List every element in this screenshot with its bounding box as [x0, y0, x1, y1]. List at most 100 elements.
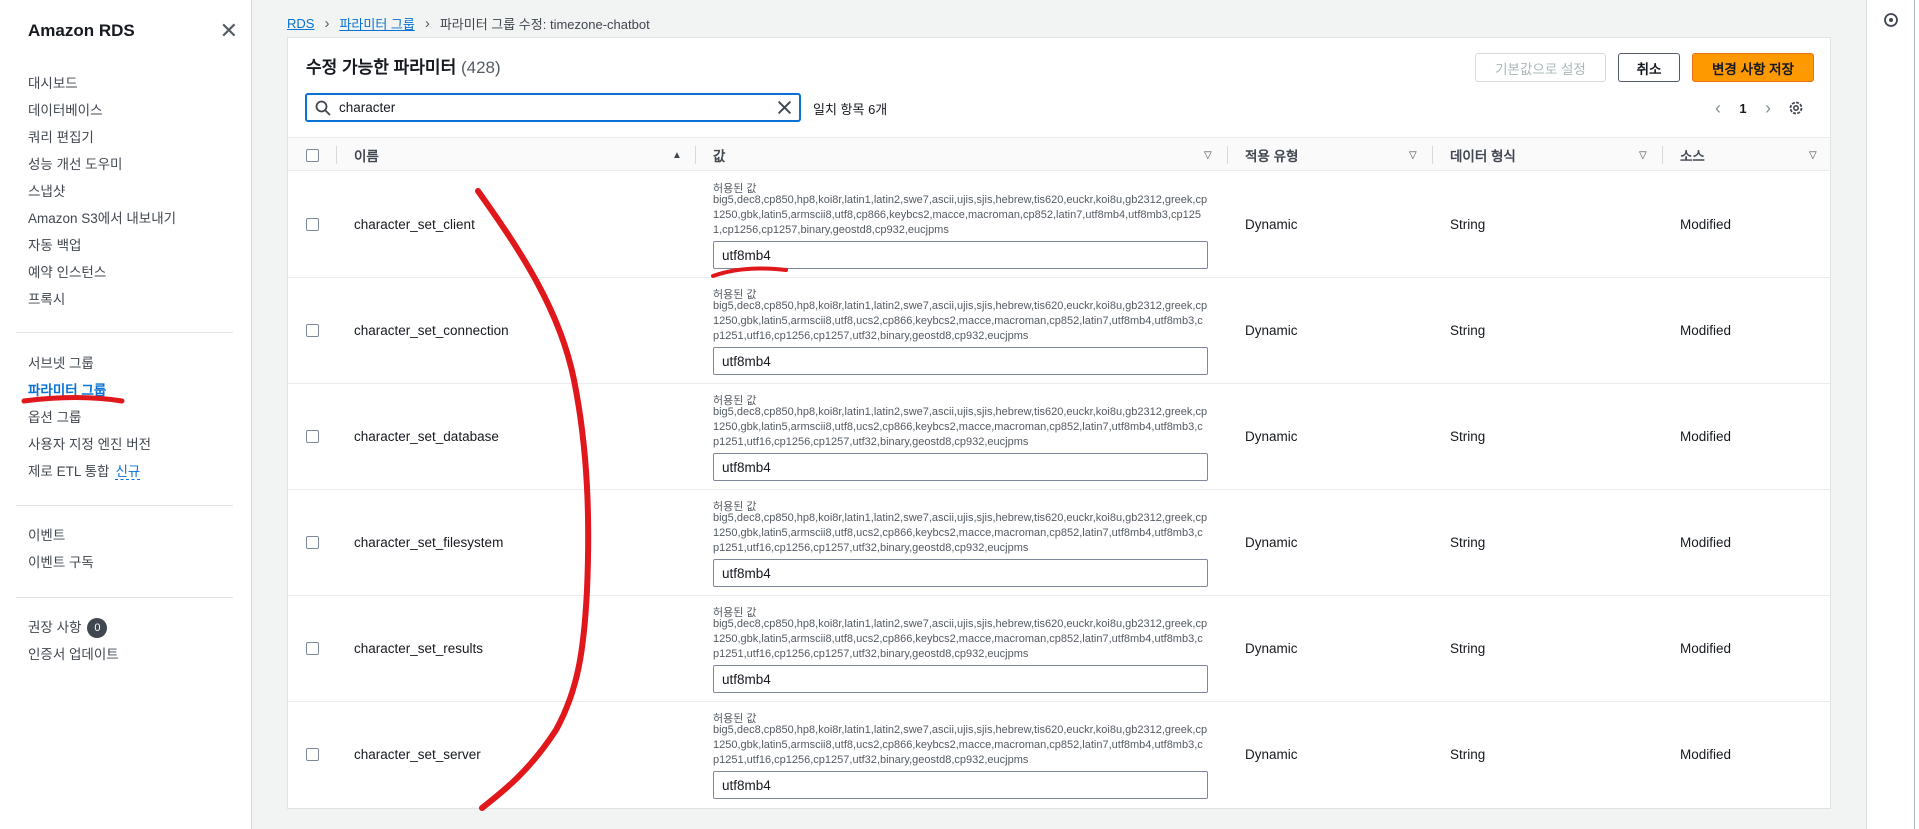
sidebar-item-certificate-update[interactable]: 인증서 업데이트: [28, 641, 238, 668]
status-icon[interactable]: [1883, 12, 1899, 28]
source: Modified: [1680, 217, 1732, 232]
data-type: String: [1450, 641, 1486, 656]
sidebar-item-label: 제로 ETL 통합: [28, 464, 110, 479]
apply-type: Dynamic: [1245, 747, 1298, 762]
sort-icon[interactable]: ▽: [1409, 150, 1417, 161]
row-checkbox[interactable]: [306, 642, 319, 655]
row-checkbox[interactable]: [306, 748, 319, 761]
sidebar-title: Amazon RDS: [28, 21, 135, 40]
sidebar-item-zero-etl[interactable]: 제로 ETL 통합 신규: [28, 458, 238, 485]
column-divider: [1227, 146, 1228, 164]
sidebar-item-databases[interactable]: 데이터베이스: [28, 97, 238, 124]
breadcrumb-rds[interactable]: RDS: [287, 16, 314, 31]
parameter-name: character_set_results: [354, 641, 484, 656]
column-header-source[interactable]: 소스: [1680, 138, 1705, 172]
parameter-count: (428): [460, 58, 501, 77]
sidebar-item-s3-export[interactable]: Amazon S3에서 내보내기: [28, 205, 238, 232]
allowed-values: big5,dec8,cp850,hp8,koi8r,latin1,latin2,…: [713, 300, 1208, 342]
table-header: 이름 ▲ 값 ▽ 적용 유형 ▽ 데이터 형식 ▽ 소스 ▽: [288, 137, 1830, 171]
allowed-values: big5,dec8,cp850,hp8,koi8r,latin1,latin2,…: [713, 194, 1208, 236]
breadcrumb: RDS › 파라미터 그룹 › 파라미터 그룹 수정: timezone-cha…: [287, 14, 650, 32]
sort-icon[interactable]: ▽: [1639, 150, 1647, 161]
sidebar-item-subnet-groups[interactable]: 서브넷 그룹: [28, 350, 238, 377]
breadcrumb-current: 파라미터 그룹 수정: timezone-chatbot: [439, 16, 650, 32]
sidebar-item-parameter-groups[interactable]: 파라미터 그룹: [28, 377, 238, 404]
parameter-name: character_set_connection: [354, 323, 509, 338]
sidebar-item-automated-backups[interactable]: 자동 백업: [28, 232, 238, 259]
table-row: character_set_connection 허용된 값 big5,dec8…: [288, 278, 1830, 384]
row-checkbox[interactable]: [306, 218, 319, 231]
data-type: String: [1450, 535, 1486, 550]
sidebar-item-dashboard[interactable]: 대시보드: [28, 70, 238, 97]
parameters-panel: 수정 가능한 파라미터 (428) 기본값으로 설정 취소 변경 사항 저장 일…: [287, 37, 1831, 809]
sidebar-item-recommendations[interactable]: 권장 사항 0: [28, 614, 238, 641]
sidebar-item-performance-insights[interactable]: 성능 개선 도우미: [28, 151, 238, 178]
table-row: character_set_server 허용된 값 big5,dec8,cp8…: [288, 702, 1830, 808]
value-input[interactable]: utf8mb4: [713, 559, 1208, 587]
chevron-right-icon[interactable]: ›: [1758, 98, 1778, 119]
allowed-values: big5,dec8,cp850,hp8,koi8r,latin1,latin2,…: [713, 512, 1208, 554]
column-header-name[interactable]: 이름: [354, 138, 379, 172]
apply-type: Dynamic: [1245, 535, 1298, 550]
value-input[interactable]: utf8mb4: [713, 665, 1208, 693]
row-checkbox[interactable]: [306, 536, 319, 549]
apply-type: Dynamic: [1245, 323, 1298, 338]
data-type: String: [1450, 747, 1486, 762]
sidebar-item-reserved-instances[interactable]: 예약 인스턴스: [28, 259, 238, 286]
save-changes-button[interactable]: 변경 사항 저장: [1692, 53, 1814, 82]
value-input[interactable]: utf8mb4: [713, 771, 1208, 799]
allowed-values: big5,dec8,cp850,hp8,koi8r,latin1,latin2,…: [713, 618, 1208, 660]
sort-ascending-icon[interactable]: ▲: [672, 150, 682, 161]
clear-icon[interactable]: [776, 99, 793, 116]
source: Modified: [1680, 641, 1732, 656]
allowed-values: big5,dec8,cp850,hp8,koi8r,latin1,latin2,…: [713, 406, 1208, 448]
search-input[interactable]: [339, 100, 759, 115]
sidebar-item-proxies[interactable]: 프록시: [28, 286, 238, 313]
column-divider: [1432, 146, 1433, 164]
sidebar-group-events: 이벤트 이벤트 구독: [28, 522, 238, 576]
sidebar-item-query-editor[interactable]: 쿼리 편집기: [28, 124, 238, 151]
sidebar: Amazon RDS ✕ 대시보드 데이터베이스 쿼리 편집기 성능 개선 도우…: [0, 0, 252, 829]
sort-icon[interactable]: ▽: [1204, 150, 1212, 161]
page-number[interactable]: 1: [1728, 101, 1758, 116]
chevron-left-icon[interactable]: ‹: [1708, 98, 1728, 119]
row-checkbox[interactable]: [306, 324, 319, 337]
chevron-right-icon: ›: [424, 14, 430, 32]
chevron-right-icon: ›: [324, 14, 330, 32]
sort-icon[interactable]: ▽: [1809, 150, 1817, 161]
cancel-button[interactable]: 취소: [1618, 53, 1680, 82]
column-header-data-type[interactable]: 데이터 형식: [1450, 138, 1516, 172]
table-row: character_set_filesystem 허용된 값 big5,dec8…: [288, 490, 1830, 596]
sidebar-item-event-subscriptions[interactable]: 이벤트 구독: [28, 549, 238, 576]
parameter-name: character_set_server: [354, 747, 481, 762]
parameter-name: character_set_database: [354, 429, 499, 444]
value-input[interactable]: utf8mb4: [713, 241, 1208, 269]
close-icon[interactable]: ✕: [220, 20, 238, 42]
panel-title-text: 수정 가능한 파라미터: [306, 58, 457, 77]
sidebar-group-misc: 권장 사항 0 인증서 업데이트: [28, 614, 238, 668]
value-input[interactable]: utf8mb4: [713, 347, 1208, 375]
sidebar-item-option-groups[interactable]: 옵션 그룹: [28, 404, 238, 431]
parameter-name: character_set_client: [354, 217, 475, 232]
value-input[interactable]: utf8mb4: [713, 453, 1208, 481]
scrollbar-track[interactable]: [1914, 0, 1915, 829]
breadcrumb-parameter-groups[interactable]: 파라미터 그룹: [339, 14, 414, 33]
search-box: [305, 93, 801, 122]
allowed-values: big5,dec8,cp850,hp8,koi8r,latin1,latin2,…: [713, 724, 1208, 766]
row-checkbox[interactable]: [306, 430, 319, 443]
sidebar-item-events[interactable]: 이벤트: [28, 522, 238, 549]
column-divider: [336, 146, 337, 164]
gear-icon[interactable]: [1787, 99, 1805, 117]
sidebar-item-snapshots[interactable]: 스냅샷: [28, 178, 238, 205]
source: Modified: [1680, 747, 1732, 762]
data-type: String: [1450, 217, 1486, 232]
page-title: 수정 가능한 파라미터 (428): [306, 53, 501, 78]
column-header-value[interactable]: 값: [713, 138, 725, 172]
search-icon: [315, 100, 331, 115]
apply-type: Dynamic: [1245, 429, 1298, 444]
select-all-checkbox[interactable]: [306, 148, 319, 162]
column-header-apply-type[interactable]: 적용 유형: [1245, 138, 1298, 172]
sidebar-divider: [16, 505, 233, 506]
sidebar-item-custom-engine-versions[interactable]: 사용자 지정 엔진 버전: [28, 431, 238, 458]
reset-defaults-button[interactable]: 기본값으로 설정: [1475, 53, 1606, 82]
